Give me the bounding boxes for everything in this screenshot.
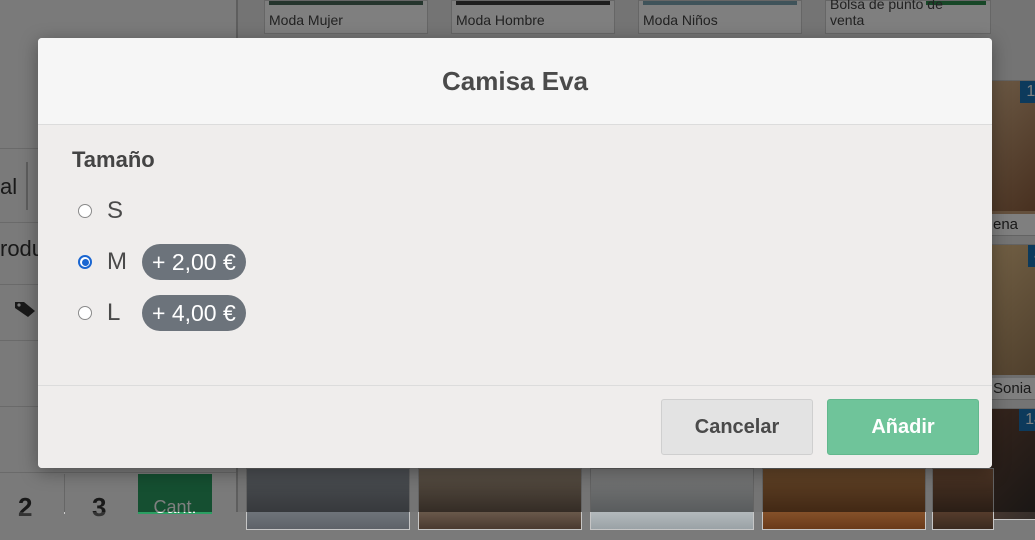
option-label: M	[107, 248, 127, 275]
modal-body: Tamaño S M + 2,00 € L + 4,00 €	[38, 125, 992, 385]
modal-footer: Cancelar Añadir	[38, 385, 992, 468]
price-surcharge-badge: + 2,00 €	[142, 244, 246, 280]
radio-size-l[interactable]	[78, 306, 92, 320]
product-options-modal: Camisa Eva Tamaño S M + 2,00 € L + 4,00 …	[38, 38, 992, 468]
cancel-button[interactable]: Cancelar	[661, 399, 813, 455]
option-label: L	[107, 299, 121, 326]
option-size-m[interactable]: M + 2,00 €	[78, 242, 246, 282]
attribute-group-title: Tamaño	[72, 147, 155, 172]
option-label: S	[107, 197, 124, 224]
option-size-s[interactable]: S	[78, 191, 141, 231]
modal-title: Camisa Eva	[442, 65, 588, 96]
price-surcharge-badge: + 4,00 €	[142, 295, 246, 331]
radio-size-m[interactable]	[78, 255, 92, 269]
add-button[interactable]: Añadir	[827, 399, 979, 455]
option-size-l[interactable]: L + 4,00 €	[78, 293, 246, 333]
radio-size-s[interactable]	[78, 204, 92, 218]
modal-header: Camisa Eva	[38, 38, 992, 125]
